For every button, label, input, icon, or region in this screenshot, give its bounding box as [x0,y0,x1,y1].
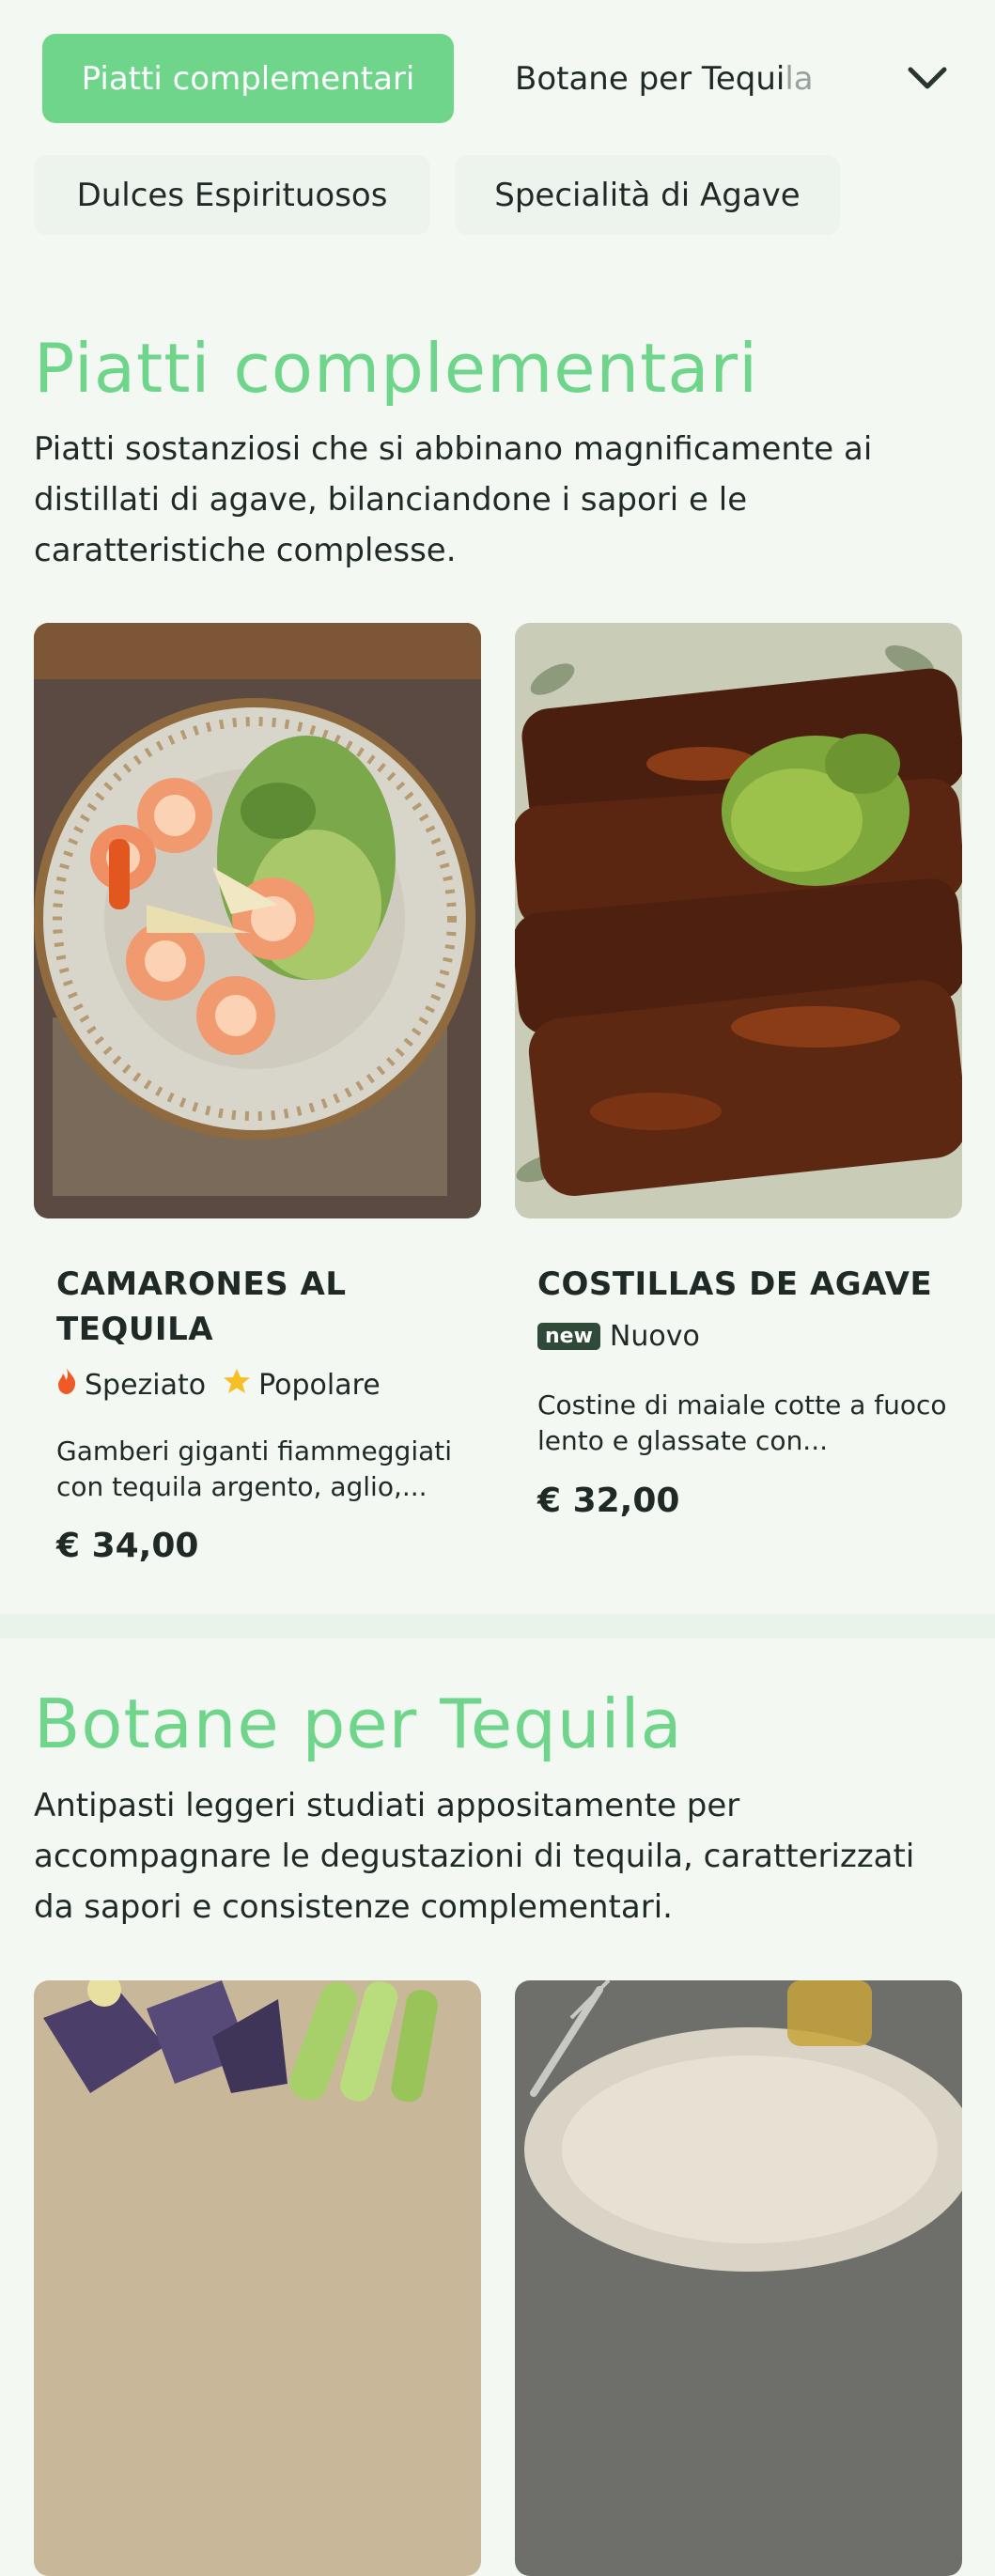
menu-item-description: Costine di maiale cotte a fuoco lento e … [537,1389,947,1456]
dish-image-ribs[interactable] [515,623,962,1218]
category-tab-label: Specialità di Agave [494,176,801,214]
menu-item-price: € 34,00 [56,1527,199,1565]
category-tab-specialita-di-agave[interactable]: Specialità di Agave [455,155,840,235]
tag-spicy: Speziato [56,1367,206,1403]
new-badge: new [537,1323,600,1350]
tag-label: Speziato [85,1368,207,1402]
tag-label: Popolare [258,1368,381,1402]
section-title: Botane per Tequila [34,1684,683,1763]
category-tab-piatti-complementari[interactable]: Piatti complementari [42,34,454,123]
menu-item-card[interactable]: CAMARONES AL TEQUILA Speziato Popolare G… [34,623,481,1581]
dish-image-shrimp[interactable] [34,623,481,1218]
star-icon [223,1367,251,1403]
menu-item-title: COSTILLAS DE AGAVE [537,1265,933,1303]
chevron-down-icon[interactable] [905,56,950,101]
dish-image-chips[interactable] [34,1980,481,2576]
menu-item-tags: new Nuovo [537,1320,700,1353]
menu-item-title: CAMARONES AL TEQUILA [56,1265,347,1348]
category-tab-botane-per-tequila[interactable]: Botane per Tequi la [515,34,814,123]
dish-image-plate[interactable] [515,1980,962,2576]
menu-item-tags: Speziato Popolare [56,1367,388,1403]
category-tab-label-fade: la [785,59,814,98]
category-tab-label: Dulces Espirituosos [76,176,388,214]
category-nav: Piatti complementari Botane per Tequi la … [0,0,995,244]
section-description: Antipasti leggeri studiati appositamente… [34,1787,915,1926]
menu-item-card[interactable] [515,1980,962,2576]
category-tab-label: Botane per Tequi [515,59,785,98]
section-title: Piatti complementari [34,329,759,408]
tag-popular: Popolare [223,1367,381,1403]
menu-item-price: € 32,00 [537,1482,680,1520]
flame-icon [56,1367,77,1403]
badge-label: Nuovo [609,1320,700,1353]
category-tab-dulces-espirituosos[interactable]: Dulces Espirituosos [34,155,430,235]
category-tab-label: Piatti complementari [81,59,415,98]
menu-item-card[interactable] [34,1980,481,2576]
section-description: Piatti sostanziosi che si abbinano magni… [34,430,873,569]
menu-item-card[interactable]: COSTILLAS DE AGAVE new Nuovo Costine di … [515,623,962,1562]
menu-item-description: Gamberi giganti fiammeggiati con tequila… [56,1435,453,1502]
section-divider [0,1614,995,1638]
